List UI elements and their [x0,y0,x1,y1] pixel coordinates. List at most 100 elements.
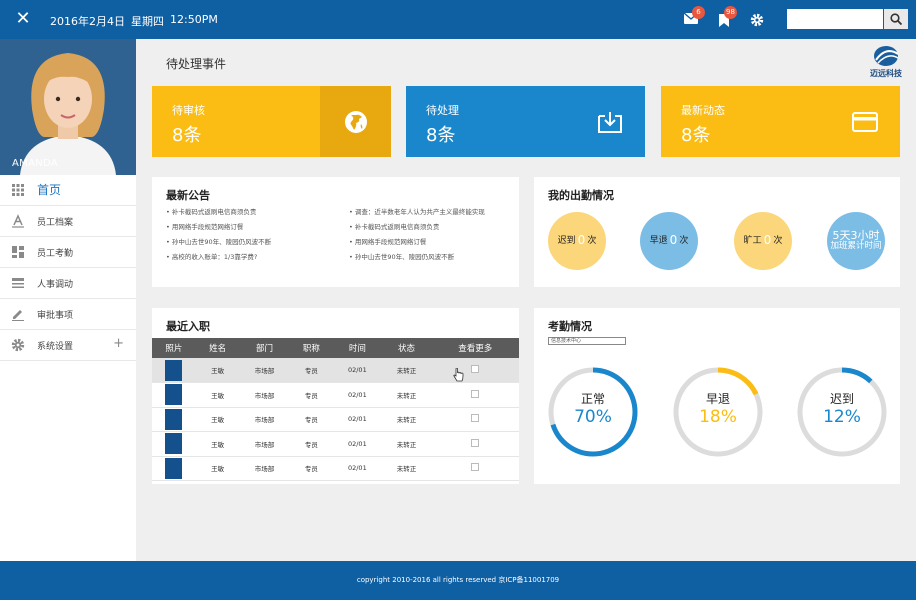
ring-early-leave: 早退 18% [672,366,764,458]
sidebar-item-label: 人事调动 [37,280,74,290]
card-label: 待审核 [172,104,205,117]
cell-date: 02/01 [333,382,382,408]
close-icon[interactable]: ✕ [14,10,32,28]
employee-photo [165,384,183,406]
cell-status: 未转正 [381,431,432,457]
card-value: 8条 [172,125,202,146]
column-header: 姓名 [195,338,240,358]
sidebar-item-transfer[interactable]: 人事调动 [0,268,136,299]
stat-unit: 次 [587,235,597,246]
panel-title: 考勤情况 [548,320,592,333]
gear-icon [11,338,25,352]
row-checkbox[interactable] [471,463,480,472]
cell-status: 未转正 [381,358,432,383]
cell-title: 专员 [289,407,334,432]
row-checkbox[interactable] [471,414,480,423]
row-checkbox[interactable] [471,365,480,373]
stat-unit: 次 [773,235,783,246]
news-item[interactable]: • 补卡截码式返刷电信商须负责 [349,221,439,231]
employee-photo [165,408,183,430]
ring-value: 18% [699,407,737,427]
card-pending-review[interactable]: 待审核 8条 [152,86,391,157]
weekday-text: 星期四 [131,15,164,28]
employee-photo [165,433,183,455]
stat-unit: 次 [679,235,689,246]
panel-title: 最近入职 [166,320,210,333]
company-logo: 迈远科技 [866,44,906,80]
news-item[interactable]: • 调查：近半数老年人认为共产主义最终能实现 [349,206,485,216]
table-row[interactable]: 王敏 市场部 专员 02/01 未转正 [152,431,519,457]
row-checkbox[interactable] [471,438,480,447]
ring-normal: 正常 70% [547,366,639,458]
download-icon [574,86,645,157]
sidebar-item-label: 首页 [37,183,62,197]
card-label: 待处理 [426,104,459,117]
stat-label: 旷工 [743,235,762,246]
column-header: 照片 [152,338,196,358]
sidebar: AMANDA 首页 员工档案 员工考勤 人事调动 审批事项 系统设置 + [0,39,136,561]
font-icon [12,214,24,228]
news-item[interactable]: • 孙中山去世90年、陵园仍风波不断 [166,236,271,246]
card-value: 8条 [681,125,711,146]
news-item[interactable]: • 高校的收入账单：1/3靠学费? [166,251,257,261]
news-item[interactable]: • 孙中山去世90年、陵园仍风波不断 [349,251,454,261]
card-icon [829,86,900,157]
sidebar-item-attendance[interactable]: 员工考勤 [0,237,136,268]
search-button[interactable] [884,9,908,29]
ring-label: 早退 [705,392,730,406]
cell-name: 王敏 [195,456,240,481]
card-value: 8条 [426,125,456,146]
news-item[interactable]: • 补卡截码式返刷电信商须负责 [166,206,256,216]
cell-status: 未转正 [381,382,432,408]
cell-date: 02/01 [333,431,382,457]
cell-name: 王敏 [195,358,240,383]
cell-status: 未转正 [381,456,432,481]
globe-icon [320,86,391,157]
expand-icon[interactable]: + [113,336,124,351]
cell-dept: 市场部 [239,382,290,408]
cell-status: 未转正 [381,407,432,432]
sidebar-item-home[interactable]: 首页 [0,175,136,206]
column-header: 职称 [289,338,334,358]
gear-icon[interactable] [750,12,764,27]
stat-value: 0 [669,233,678,248]
column-header: 状态 [381,338,432,358]
card-pending[interactable]: 待处理 8条 [406,86,645,157]
table-row[interactable]: 王敏 市场部 专员 02/01 未转正 [152,456,519,481]
overtime-label: 加班累计时间 [830,241,882,252]
department-select[interactable]: 信息技术中心 [548,337,626,345]
pencil-icon [12,310,24,321]
sidebar-item-employee-files[interactable]: 员工档案 [0,206,136,237]
card-label: 最新动态 [681,104,725,117]
cell-dept: 市场部 [239,431,290,457]
cell-name: 王敏 [195,382,240,408]
view-more-link[interactable]: 查看更多 [431,338,519,358]
news-item[interactable]: • 用网络手段规范网络订餐 [349,236,426,246]
search-input[interactable] [787,9,883,29]
news-panel: 最新公告 • 补卡截码式返刷电信商须负责 • 用网络手段规范网络订餐 • 孙中山… [152,177,519,287]
sidebar-item-label: 系统设置 [37,342,74,352]
sidebar-item-label: 审批事项 [37,311,74,321]
ring-label: 正常 [580,392,605,406]
row-checkbox[interactable] [471,389,480,398]
panel-title: 我的出勤情况 [548,189,614,202]
stat-value: 0 [577,233,586,248]
stat-label: 迟到 [557,235,576,246]
attendance-panel: 我的出勤情况 迟到 0 次 早退 0 次 旷工 0 次 5天3小时 加班累计时间 [534,177,900,287]
time-text: 12:50PM [170,13,218,26]
cell-dept: 市场部 [239,456,290,481]
ring-value: 70% [574,407,612,427]
column-header: 时间 [333,338,382,358]
copyright-text: copyright 2010-2016 all rights reserved … [356,576,560,584]
table-row[interactable]: 王敏 市场部 专员 02/01 未转正 [152,382,519,408]
sidebar-item-approval[interactable]: 审批事项 [0,299,136,330]
news-item[interactable]: • 用网络手段规范网络订餐 [166,221,243,231]
list-icon [12,278,24,288]
search-icon [890,13,903,26]
sidebar-item-settings[interactable]: 系统设置 + [0,330,136,361]
card-latest-news[interactable]: 最新动态 8条 [661,86,900,157]
table-row[interactable]: 王敏 市场部 专员 02/01 未转正 [152,407,519,432]
hand-cursor-icon [453,368,464,382]
stat-value: 0 [763,233,772,248]
date-text: 2016年2月4日 [50,15,125,28]
